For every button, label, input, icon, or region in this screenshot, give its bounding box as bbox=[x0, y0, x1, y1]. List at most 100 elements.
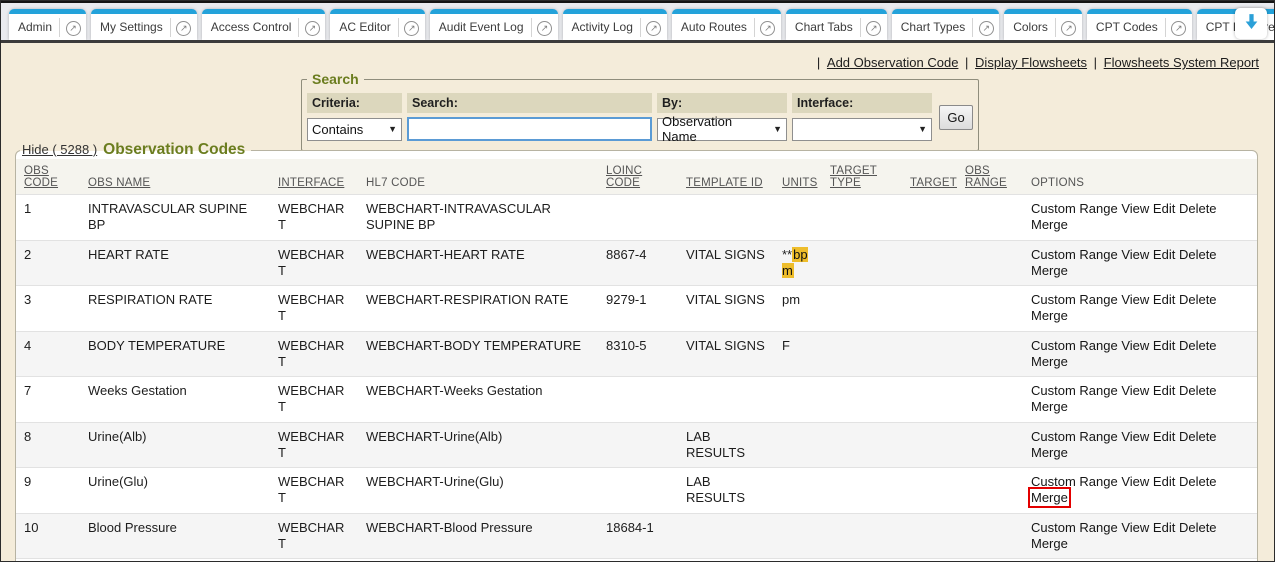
column-header-label[interactable]: OBSRANGE bbox=[965, 165, 1015, 189]
column-header-template-id[interactable]: TEMPLATE ID bbox=[678, 159, 774, 195]
cell-template-id bbox=[678, 195, 774, 241]
hide-count-link[interactable]: Hide ( 5288 ) bbox=[22, 142, 97, 157]
column-header-interface[interactable]: INTERFACE bbox=[270, 159, 358, 195]
popout-icon[interactable]: ↗ bbox=[973, 18, 999, 36]
option-merge-link[interactable]: Merge bbox=[1031, 308, 1068, 323]
column-header-label[interactable]: TARGETTYPE bbox=[830, 165, 894, 189]
go-button[interactable]: Go bbox=[939, 105, 973, 130]
option-custom-range-link[interactable]: Custom Range bbox=[1031, 429, 1118, 444]
popout-arrow-glyph: ↗ bbox=[979, 21, 994, 36]
option-view-link[interactable]: View bbox=[1121, 247, 1149, 262]
tab-admin[interactable]: Admin↗ bbox=[9, 9, 86, 40]
search-input[interactable] bbox=[407, 117, 652, 141]
option-delete-link[interactable]: Delete bbox=[1179, 201, 1217, 216]
option-custom-range-link[interactable]: Custom Range bbox=[1031, 520, 1118, 535]
tab-colors[interactable]: Colors↗ bbox=[1004, 9, 1082, 40]
option-merge-link[interactable]: Merge bbox=[1031, 217, 1068, 232]
option-delete-link[interactable]: Delete bbox=[1179, 292, 1217, 307]
option-edit-link[interactable]: Edit bbox=[1153, 338, 1175, 353]
column-header-label[interactable]: TARGET bbox=[910, 177, 949, 189]
option-merge-link[interactable]: Merge bbox=[1031, 354, 1068, 369]
option-edit-link[interactable]: Edit bbox=[1153, 520, 1175, 535]
tab-scroll-down-button[interactable] bbox=[1235, 8, 1267, 39]
interface-select[interactable]: ▼ bbox=[792, 118, 932, 141]
column-header-obs-name[interactable]: OBS NAME bbox=[80, 159, 270, 195]
option-delete-link[interactable]: Delete bbox=[1179, 247, 1217, 262]
popout-icon[interactable]: ↗ bbox=[1056, 18, 1082, 36]
option-edit-link[interactable]: Edit bbox=[1153, 383, 1175, 398]
tab-chart-types[interactable]: Chart Types↗ bbox=[892, 9, 999, 40]
tab-cpt-codes[interactable]: CPT Codes↗ bbox=[1087, 9, 1192, 40]
option-edit-link[interactable]: Edit bbox=[1153, 201, 1175, 216]
link-add-observation-code[interactable]: Add Observation Code bbox=[827, 55, 959, 70]
column-header-label[interactable]: INTERFACE bbox=[278, 177, 350, 189]
column-header-label[interactable]: OBS NAME bbox=[88, 177, 262, 189]
header-links: | Add Observation Code | Display Flowshe… bbox=[817, 55, 1262, 70]
option-delete-link[interactable]: Delete bbox=[1179, 429, 1217, 444]
option-view-link[interactable]: View bbox=[1121, 338, 1149, 353]
option-view-link[interactable]: View bbox=[1121, 383, 1149, 398]
option-view-link[interactable]: View bbox=[1121, 429, 1149, 444]
option-custom-range-link[interactable]: Custom Range bbox=[1031, 338, 1118, 353]
link-flowsheets-system-report[interactable]: Flowsheets System Report bbox=[1104, 55, 1259, 70]
option-custom-range-link[interactable]: Custom Range bbox=[1031, 247, 1118, 262]
cell-interface: WEBCHART bbox=[270, 559, 358, 562]
cell-target bbox=[902, 331, 957, 377]
option-view-link[interactable]: View bbox=[1121, 292, 1149, 307]
column-header-obs-range[interactable]: OBSRANGE bbox=[957, 159, 1023, 195]
column-header-target-type[interactable]: TARGETTYPE bbox=[822, 159, 902, 195]
option-merge-link[interactable]: Merge bbox=[1031, 445, 1068, 460]
option-merge-link[interactable]: Merge bbox=[1031, 399, 1068, 414]
column-header-label[interactable]: TEMPLATE ID bbox=[686, 177, 766, 189]
column-header-label[interactable]: LOINCCODE bbox=[606, 165, 670, 189]
popout-icon[interactable]: ↗ bbox=[171, 18, 197, 36]
criteria-select[interactable]: Contains ▼ bbox=[307, 118, 402, 141]
tab-audit-event-log[interactable]: Audit Event Log↗ bbox=[430, 9, 558, 40]
option-merge-link[interactable]: Merge bbox=[1031, 263, 1068, 278]
option-edit-link[interactable]: Edit bbox=[1153, 292, 1175, 307]
popout-icon[interactable]: ↗ bbox=[755, 18, 781, 36]
column-header-label[interactable]: UNITS bbox=[782, 177, 814, 189]
tab-auto-routes[interactable]: Auto Routes↗ bbox=[672, 9, 781, 40]
option-delete-link[interactable]: Delete bbox=[1179, 338, 1217, 353]
column-header-loinc-code[interactable]: LOINCCODE bbox=[598, 159, 678, 195]
column-header-obs-code[interactable]: OBSCODE bbox=[16, 159, 80, 195]
option-merge-link[interactable]: Merge bbox=[1031, 536, 1068, 551]
tab-activity-log[interactable]: Activity Log↗ bbox=[563, 9, 667, 40]
option-edit-link[interactable]: Edit bbox=[1153, 429, 1175, 444]
popout-icon[interactable]: ↗ bbox=[861, 18, 887, 36]
column-header-units[interactable]: UNITS bbox=[774, 159, 822, 195]
option-delete-link[interactable]: Delete bbox=[1179, 520, 1217, 535]
option-delete-link[interactable]: Delete bbox=[1179, 383, 1217, 398]
option-custom-range-link[interactable]: Custom Range bbox=[1031, 383, 1118, 398]
search-panel: Search Criteria: Search: By: Interface: … bbox=[301, 71, 979, 151]
popout-icon[interactable]: ↗ bbox=[532, 18, 558, 36]
popout-icon[interactable]: ↗ bbox=[1166, 18, 1192, 36]
option-edit-link[interactable]: Edit bbox=[1153, 247, 1175, 262]
option-custom-range-link[interactable]: Custom Range bbox=[1031, 201, 1118, 216]
cell-loinc-code: 18684-1 bbox=[598, 513, 678, 559]
option-custom-range-link[interactable]: Custom Range bbox=[1031, 474, 1118, 489]
option-edit-link[interactable]: Edit bbox=[1153, 474, 1175, 489]
interface-label: Interface: bbox=[792, 93, 932, 113]
tab-chart-tabs[interactable]: Chart Tabs↗ bbox=[786, 9, 887, 40]
tab-access-control[interactable]: Access Control↗ bbox=[202, 9, 326, 40]
column-header-target[interactable]: TARGET bbox=[902, 159, 957, 195]
option-delete-link[interactable]: Delete bbox=[1179, 474, 1217, 489]
column-header-label[interactable]: OBSCODE bbox=[24, 165, 72, 189]
popout-icon[interactable]: ↗ bbox=[399, 18, 425, 36]
table-row: 8Urine(Alb)WEBCHARTWEBCHART-Urine(Alb)LA… bbox=[16, 422, 1257, 468]
by-select[interactable]: Observation Name ▼ bbox=[657, 118, 787, 141]
tab-my-settings[interactable]: My Settings↗ bbox=[91, 9, 197, 40]
option-custom-range-link[interactable]: Custom Range bbox=[1031, 292, 1118, 307]
option-view-link[interactable]: View bbox=[1121, 474, 1149, 489]
tab-ac-editor[interactable]: AC Editor↗ bbox=[330, 9, 424, 40]
popout-icon[interactable]: ↗ bbox=[60, 18, 86, 36]
link-display-flowsheets[interactable]: Display Flowsheets bbox=[975, 55, 1087, 70]
option-view-link[interactable]: View bbox=[1121, 520, 1149, 535]
option-view-link[interactable]: View bbox=[1121, 201, 1149, 216]
option-merge-link-highlighted[interactable]: Merge bbox=[1031, 490, 1068, 505]
popout-icon[interactable]: ↗ bbox=[299, 18, 325, 36]
popout-icon[interactable]: ↗ bbox=[641, 18, 667, 36]
cell-hl7-code: WEBCHART-Urine(Alb) bbox=[358, 422, 598, 468]
